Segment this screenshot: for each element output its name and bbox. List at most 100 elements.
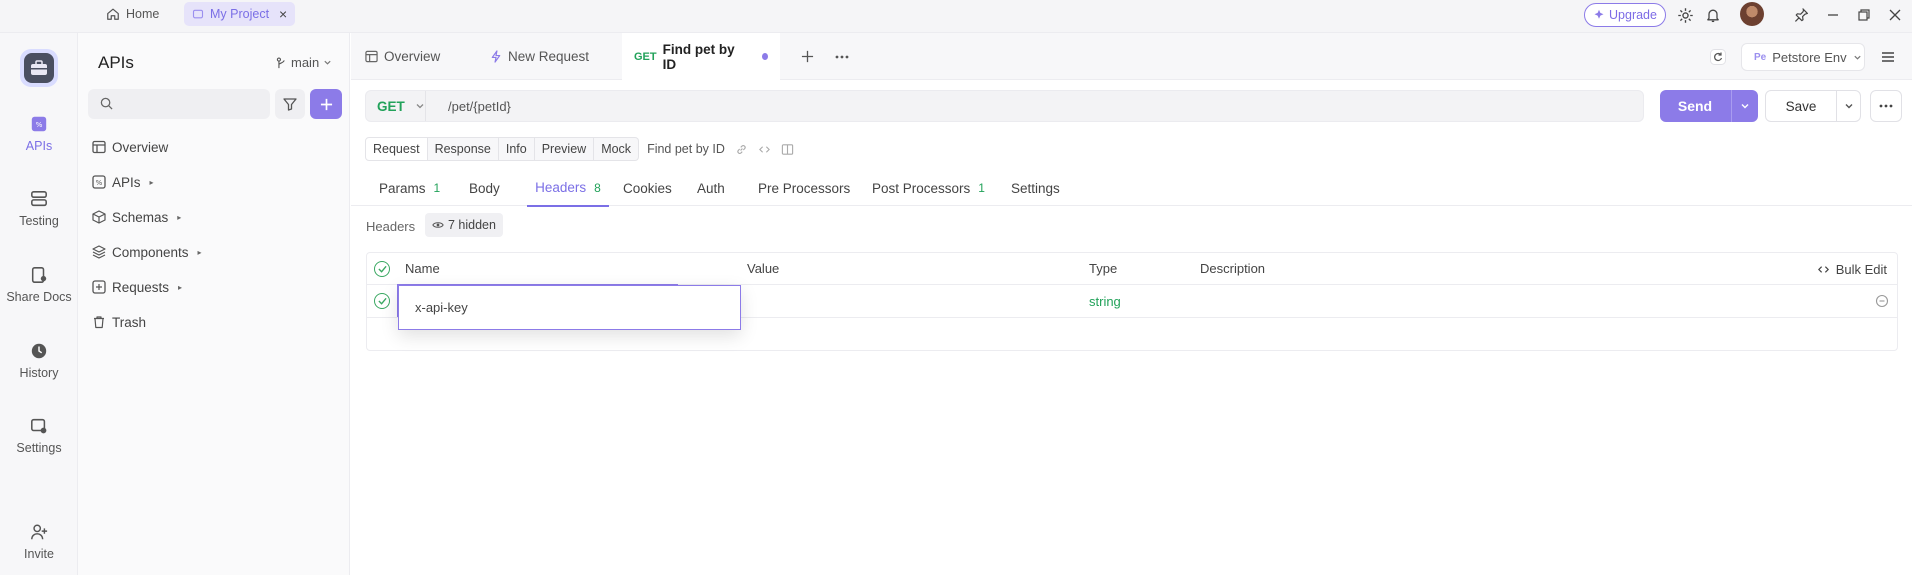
- method-select[interactable]: GET: [366, 91, 426, 121]
- url-bar: GET /pet/{petId}: [365, 90, 1644, 122]
- menu-icon[interactable]: [1877, 46, 1899, 68]
- row-checkbox[interactable]: [374, 285, 390, 317]
- upgrade-button[interactable]: Upgrade: [1584, 3, 1666, 27]
- branch-selector[interactable]: main: [276, 55, 332, 70]
- header-value-field[interactable]: [747, 285, 1047, 317]
- project-logo[interactable]: [20, 49, 58, 87]
- requests-icon: [92, 280, 106, 294]
- new-tab-button[interactable]: [789, 33, 826, 80]
- header-type[interactable]: string: [1089, 285, 1121, 317]
- save-options-button[interactable]: [1836, 91, 1861, 121]
- close-tab-icon[interactable]: ×: [279, 6, 287, 22]
- save-label: Save: [1785, 98, 1817, 114]
- tree-item-schemas[interactable]: Schemas ▸: [92, 206, 181, 228]
- close-window-icon[interactable]: [1884, 4, 1906, 26]
- pin-icon[interactable]: [1790, 4, 1812, 26]
- rail-label-testing: Testing: [19, 214, 59, 228]
- briefcase-icon: [24, 53, 54, 83]
- bell-icon[interactable]: [1702, 4, 1724, 26]
- bulk-edit-button[interactable]: Bulk Edit: [1817, 253, 1887, 285]
- rail-item-settings[interactable]: Settings: [0, 417, 78, 455]
- left-rail: % APIs Testing Share Docs History Settin…: [0, 33, 78, 575]
- select-all-checkbox[interactable]: [374, 253, 390, 284]
- svg-text:%: %: [96, 179, 103, 187]
- tree-item-overview[interactable]: Overview: [92, 136, 168, 158]
- view-subtabs: Request Response Info Preview Mock Find …: [365, 137, 794, 161]
- rail-label-history: History: [19, 366, 59, 380]
- filter-button[interactable]: [275, 89, 305, 119]
- hidden-count: 7 hidden: [448, 218, 496, 232]
- url-input[interactable]: /pet/{petId}: [448, 99, 511, 114]
- rail-item-apis[interactable]: % APIs: [0, 115, 78, 153]
- autocomplete-option[interactable]: x-api-key: [415, 300, 468, 315]
- subtab-request[interactable]: Request: [365, 137, 428, 161]
- split-view-icon[interactable]: [781, 143, 794, 156]
- header-description-field[interactable]: [1200, 285, 1700, 317]
- link-icon[interactable]: [735, 143, 748, 156]
- upgrade-label: Upgrade: [1609, 8, 1657, 22]
- hidden-headers-toggle[interactable]: 7 hidden: [425, 213, 503, 237]
- layers-icon: [92, 245, 106, 259]
- tree-label: Requests: [112, 279, 170, 295]
- rail-item-history[interactable]: History: [0, 342, 78, 380]
- subtab-mock[interactable]: Mock: [594, 137, 640, 161]
- rail-item-share-docs[interactable]: Share Docs: [0, 266, 78, 304]
- history-icon: [31, 343, 47, 359]
- tree-item-apis[interactable]: % APIs ▸: [92, 171, 154, 193]
- tab-post-processors[interactable]: Post Processors 1: [872, 170, 985, 206]
- panel-title: APIs: [98, 53, 134, 72]
- save-button[interactable]: Save: [1765, 90, 1861, 122]
- caret-right-icon: ▸: [149, 177, 154, 187]
- tab-label: Headers: [535, 180, 587, 195]
- rail-label-invite: Invite: [24, 547, 54, 561]
- project-tab[interactable]: My Project ×: [184, 2, 296, 26]
- lightning-icon: [491, 50, 501, 63]
- method-value: GET: [377, 98, 405, 114]
- send-options-button[interactable]: [1731, 90, 1758, 122]
- code-icon[interactable]: [758, 143, 771, 156]
- search-input[interactable]: [88, 89, 270, 119]
- branch-label: main: [291, 55, 320, 70]
- send-button[interactable]: Send: [1660, 90, 1758, 122]
- rail-item-invite[interactable]: Invite: [0, 523, 78, 561]
- tab-params[interactable]: Params 1: [379, 170, 440, 206]
- tab-headers[interactable]: Headers 8: [527, 170, 609, 207]
- search-icon: [100, 97, 113, 110]
- tab-find-pet[interactable]: GET Find pet by ID: [622, 33, 780, 80]
- restore-icon[interactable]: [1853, 4, 1875, 26]
- tab-cookies[interactable]: Cookies: [623, 170, 672, 206]
- tab-settings[interactable]: Settings: [1011, 170, 1060, 206]
- minimize-icon[interactable]: [1822, 4, 1844, 26]
- rail-label-share-docs: Share Docs: [6, 290, 72, 304]
- more-actions-button[interactable]: [1870, 90, 1902, 122]
- chevron-down-icon: [1854, 55, 1861, 60]
- avatar[interactable]: [1740, 2, 1764, 26]
- rail-item-testing[interactable]: Testing: [0, 190, 78, 228]
- tab-pre-processors[interactable]: Pre Processors: [758, 170, 850, 206]
- apis-icon: %: [92, 175, 106, 189]
- request-name[interactable]: Find pet by ID: [647, 142, 725, 156]
- gear-icon[interactable]: [1674, 4, 1696, 26]
- tab-body[interactable]: Body: [469, 170, 500, 206]
- tree-item-requests[interactable]: Requests ▸: [92, 276, 182, 298]
- tree-item-trash[interactable]: Trash: [92, 311, 146, 333]
- overview-icon: [365, 50, 378, 63]
- subtab-preview[interactable]: Preview: [534, 137, 595, 161]
- tab-new-request[interactable]: New Request: [478, 33, 601, 80]
- subtab-response[interactable]: Response: [427, 137, 499, 161]
- remove-row-icon[interactable]: [1875, 285, 1889, 317]
- refresh-icon[interactable]: [1707, 46, 1729, 68]
- tabs-more-button[interactable]: [823, 33, 861, 80]
- tab-overview[interactable]: Overview: [353, 33, 452, 80]
- home-tab[interactable]: Home: [98, 2, 167, 26]
- environment-selector[interactable]: Pe Petstore Env: [1741, 43, 1865, 71]
- add-button[interactable]: [310, 89, 342, 119]
- rail-label-apis: APIs: [25, 139, 53, 153]
- tab-auth[interactable]: Auth: [697, 170, 725, 206]
- tab-label: Pre Processors: [758, 180, 851, 196]
- more-horizontal-icon: [835, 55, 849, 58]
- column-type: Type: [1089, 261, 1118, 276]
- subtab-info[interactable]: Info: [498, 137, 535, 161]
- tree-item-components[interactable]: Components ▸: [92, 241, 202, 263]
- eye-icon: [432, 222, 444, 228]
